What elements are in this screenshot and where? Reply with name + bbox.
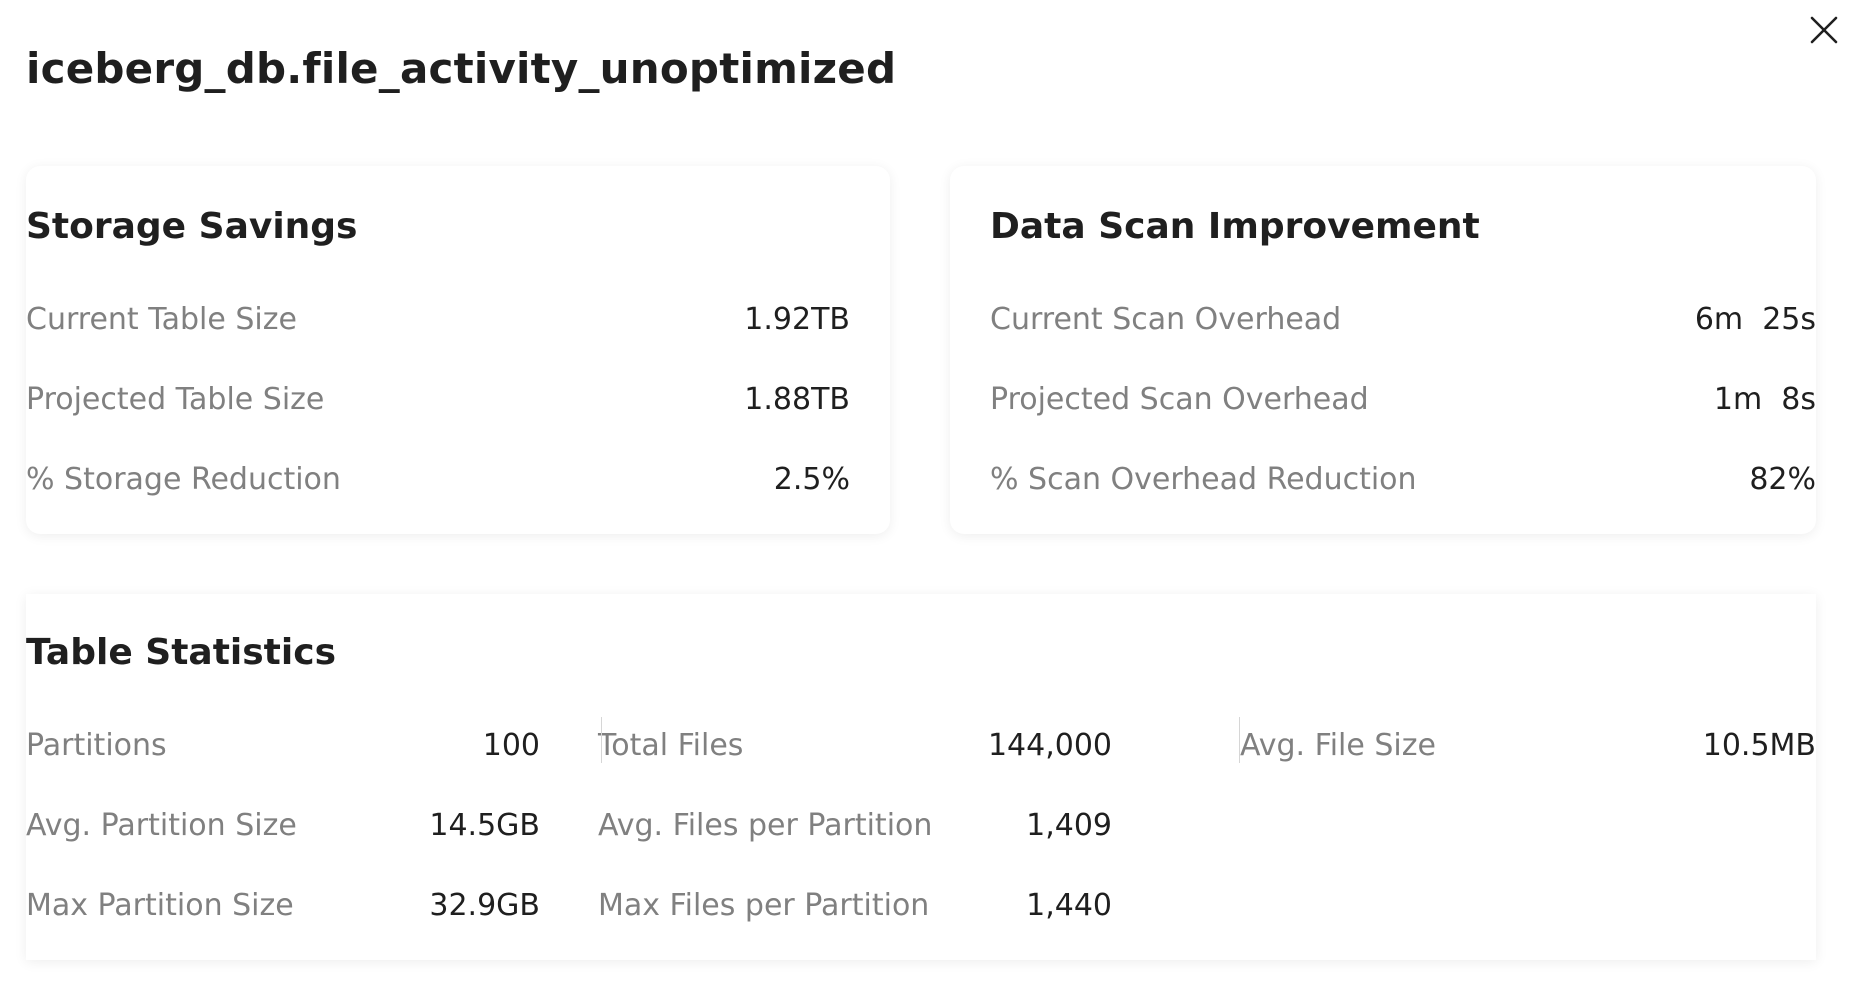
current-scan-overhead-row: Current Scan Overhead 6m 25s: [990, 279, 1816, 359]
statistics-column-partitions: Partitions 100 Avg. Partition Size 14.5G…: [26, 705, 540, 945]
storage-savings-title: Storage Savings: [26, 206, 358, 247]
metric-value: 144,000: [987, 727, 1112, 763]
metric-value: 1m 8s: [1713, 381, 1816, 417]
statistics-column-file-size: Avg. File Size 10.5MB: [1178, 705, 1816, 945]
metric-value: 1,440: [1026, 887, 1112, 923]
current-table-size-row: Current Table Size 1.92TB: [26, 279, 850, 359]
max-partition-size-row: Max Partition Size 32.9GB: [26, 865, 540, 945]
avg-file-size-row: Avg. File Size 10.5MB: [1240, 705, 1816, 785]
metric-label: Partitions: [26, 727, 167, 763]
column-divider: [1239, 717, 1240, 763]
partitions-row: Partitions 100: [26, 705, 540, 785]
metric-label: Avg. File Size: [1240, 727, 1436, 763]
metric-value: 32.9GB: [429, 887, 540, 923]
data-scan-improvement-card: Data Scan Improvement Current Scan Overh…: [950, 166, 1816, 534]
dialog-title: iceberg_db.file_activity_unoptimized: [26, 44, 897, 93]
storage-savings-card: Storage Savings Current Table Size 1.92T…: [26, 166, 890, 534]
metric-value: 10.5MB: [1702, 727, 1816, 763]
storage-reduction-row: % Storage Reduction 2.5%: [26, 439, 850, 519]
savings-cards: Storage Savings Current Table Size 1.92T…: [26, 166, 1816, 534]
table-statistics-card: Table Statistics Partitions 100 Avg. Par…: [26, 594, 1816, 960]
statistics-grid: Partitions 100 Avg. Partition Size 14.5G…: [26, 705, 1816, 945]
metric-value: 6m 25s: [1694, 301, 1816, 337]
data-scan-title: Data Scan Improvement: [990, 206, 1480, 247]
max-files-per-partition-row: Max Files per Partition 1,440: [598, 865, 1112, 945]
metric-label: Total Files: [598, 727, 744, 763]
metric-value: 82%: [1749, 461, 1816, 497]
statistics-column-files: Total Files 144,000 Avg. Files per Parti…: [540, 705, 1178, 945]
metric-label: Max Partition Size: [26, 887, 294, 923]
metric-label: Projected Scan Overhead: [990, 381, 1369, 417]
metric-value: 14.5GB: [429, 807, 540, 843]
scan-overhead-reduction-row: % Scan Overhead Reduction 82%: [990, 439, 1816, 519]
metric-label: Avg. Partition Size: [26, 807, 297, 843]
avg-partition-size-row: Avg. Partition Size 14.5GB: [26, 785, 540, 865]
projected-scan-overhead-row: Projected Scan Overhead 1m 8s: [990, 359, 1816, 439]
close-icon: [1810, 16, 1838, 44]
metric-value: 1.92TB: [744, 301, 850, 337]
metric-label: Projected Table Size: [26, 381, 325, 417]
metric-value: 2.5%: [773, 461, 850, 497]
metric-label: Avg. Files per Partition: [598, 807, 933, 843]
metric-label: % Storage Reduction: [26, 461, 341, 497]
column-divider: [601, 717, 602, 763]
metric-value: 1,409: [1026, 807, 1112, 843]
metric-label: Max Files per Partition: [598, 887, 930, 923]
table-details-dialog: iceberg_db.file_activity_unoptimized Sto…: [0, 0, 1850, 992]
metric-label: Current Table Size: [26, 301, 297, 337]
close-button[interactable]: [1800, 6, 1848, 54]
projected-table-size-row: Projected Table Size 1.88TB: [26, 359, 850, 439]
total-files-row: Total Files 144,000: [598, 705, 1112, 785]
table-statistics-title: Table Statistics: [26, 632, 336, 673]
metric-label: Current Scan Overhead: [990, 301, 1342, 337]
avg-files-per-partition-row: Avg. Files per Partition 1,409: [598, 785, 1112, 865]
metric-label: % Scan Overhead Reduction: [990, 461, 1417, 497]
metric-value: 100: [482, 727, 540, 763]
metric-value: 1.88TB: [744, 381, 850, 417]
